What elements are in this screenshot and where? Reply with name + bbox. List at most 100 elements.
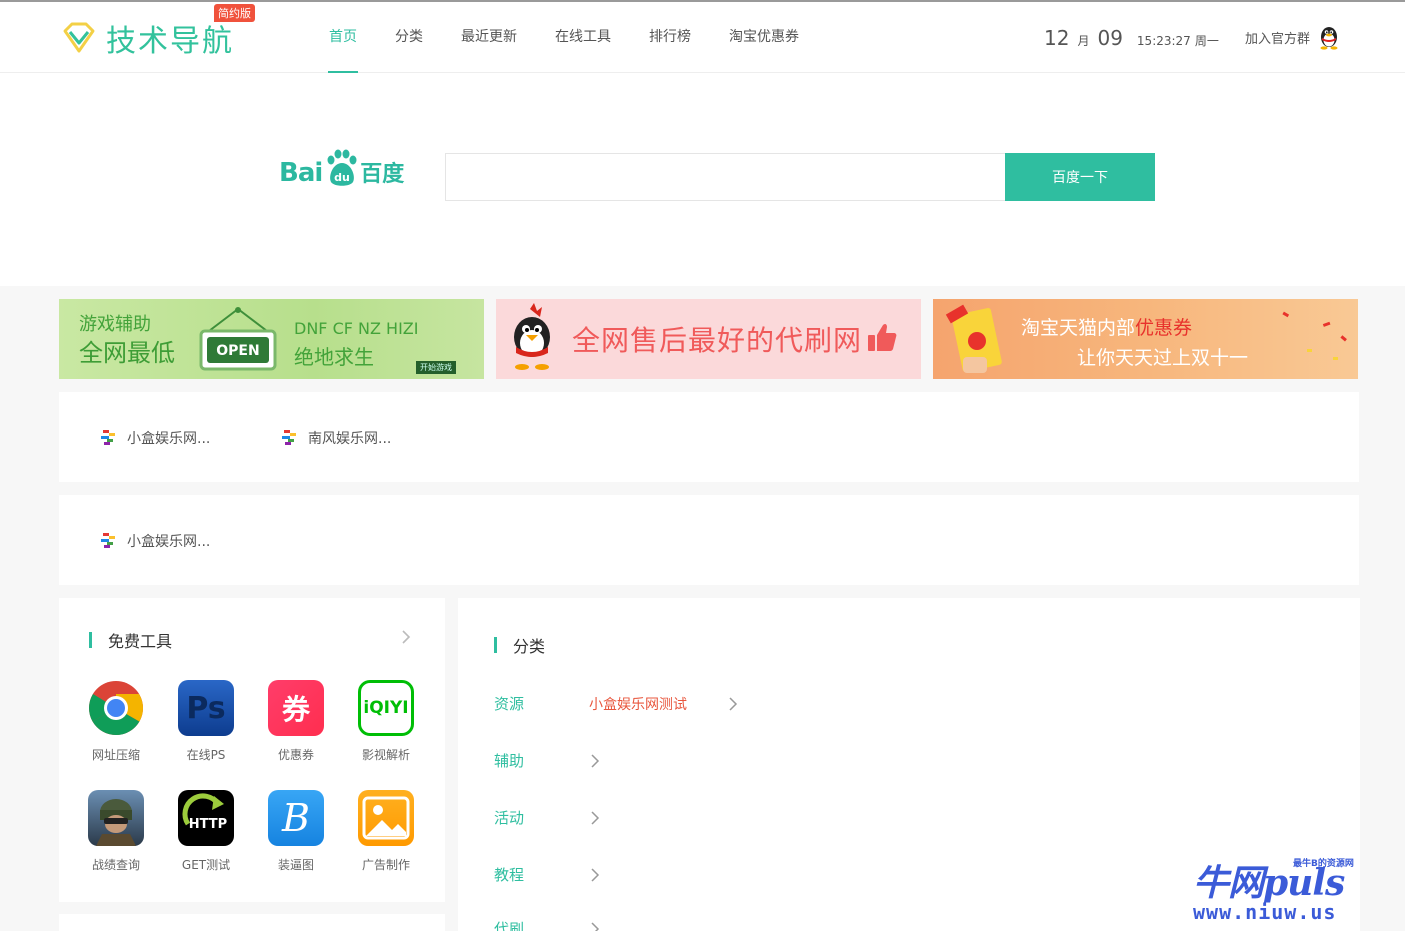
category-name[interactable]: 资源: [494, 693, 589, 714]
qq-penguin-icon: [1320, 27, 1338, 50]
site-favicon-icon: [282, 430, 296, 445]
category-row: 辅助: [494, 750, 601, 771]
categories-title-text: 分类: [513, 637, 546, 656]
nav-taobao-coupon[interactable]: 淘宝优惠券: [710, 2, 818, 73]
red-packet-icon: [945, 304, 1002, 373]
tool-show-off-image[interactable]: B 装逼图: [261, 790, 331, 873]
category-sub-link[interactable]: 小盒娱乐网测试: [589, 694, 687, 714]
main-nav: 首页 分类 最近更新 在线工具 排行榜 淘宝优惠券: [310, 2, 818, 73]
banner-3-line1-pre: 淘宝天猫内部: [1021, 317, 1136, 339]
tool-coupon[interactable]: 券 优惠券: [261, 680, 331, 763]
site-link-label: 小盒娱乐网...: [127, 534, 211, 550]
chrome-icon: [88, 680, 144, 736]
clock-month-unit: 月: [1077, 34, 1090, 48]
pubg-icon: [88, 790, 144, 846]
tool-label: GET测试: [181, 858, 231, 872]
logo-text: 技术导航: [106, 24, 234, 59]
tool-url-shorten[interactable]: 网址压缩: [81, 680, 151, 763]
http-icon: HTTP: [178, 790, 234, 846]
iqiyi-icon: iQIYI: [358, 680, 414, 736]
baidu-logo-cn: 百度: [360, 162, 405, 187]
tool-get-test[interactable]: HTTP GET测试: [171, 790, 241, 873]
banner-3-line2: 让你天天过上双十一: [1077, 347, 1249, 369]
site-logo[interactable]: 技术导航 简约版: [60, 4, 255, 60]
tool-label: 广告制作: [361, 858, 410, 872]
banner-proxy-service[interactable]: 全网售后最好的代刷网: [496, 299, 921, 379]
category-row: 资源 小盒娱乐网测试: [494, 693, 739, 714]
categories-title: 分类: [494, 633, 545, 657]
site-link-label: 小盒娱乐网...: [127, 431, 211, 447]
angry-bird-icon: [514, 303, 550, 370]
chevron-right-icon[interactable]: [589, 809, 601, 827]
banner-1-start-label: 开始游戏: [416, 361, 456, 374]
nav-ranking[interactable]: 排行榜: [630, 2, 710, 73]
chevron-right-icon[interactable]: [589, 752, 601, 770]
image-icon: [358, 790, 414, 846]
iqiyi-icon-text: iQIYI: [363, 698, 409, 718]
site-link[interactable]: 小盒娱乐网...: [99, 428, 210, 448]
tool-game-stats[interactable]: 战绩查询: [81, 790, 151, 873]
free-tools-panel: 免费工具 网址压缩 Ps 在线PS 券 优惠券 iQIYI 影视解析 战绩查询 …: [59, 598, 445, 902]
chevron-right-icon[interactable]: [589, 920, 601, 931]
baidu-logo-du: du: [334, 171, 350, 184]
title-bar-decoration: [494, 637, 497, 653]
date-clock: 12 月 09 15:23:27 周一: [1044, 26, 1219, 50]
chevron-right-icon[interactable]: [727, 695, 739, 713]
tool-label: 优惠券: [277, 748, 314, 762]
tool-label: 影视解析: [361, 748, 410, 762]
banner-1-line1: 游戏辅助: [79, 314, 151, 335]
banner-1-right2: 绝地求生: [294, 345, 374, 369]
category-row: 教程: [494, 864, 601, 885]
banner-1-right1: DNF CF NZ HIZI: [294, 319, 419, 338]
open-sign-icon: OPEN: [199, 307, 277, 371]
watermark-tagline: 最牛B的资源网: [1293, 859, 1354, 869]
banner-game-assist[interactable]: 游戏辅助 全网最低 OPEN DNF CF NZ HIZI 绝地求生 开始游戏: [59, 299, 484, 379]
top-header: 技术导航 简约版 首页 分类 最近更新 在线工具 排行榜 淘宝优惠券 12 月 …: [0, 0, 1405, 73]
photoshop-icon: Ps: [178, 680, 234, 736]
chevron-right-icon[interactable]: [589, 866, 601, 884]
clock-time: 15:23:27: [1136, 34, 1191, 48]
category-name[interactable]: 代刷: [494, 918, 589, 931]
tools-title: 免费工具: [89, 628, 172, 652]
clock-weekday: 周一: [1194, 34, 1219, 48]
site-link-label: 南风娱乐网...: [308, 431, 392, 447]
category-name[interactable]: 辅助: [494, 750, 589, 771]
site-links-box-2: 小盒娱乐网...: [59, 495, 1359, 585]
coupon-icon-text: 券: [281, 693, 310, 726]
baidu-logo-bai: Bai: [279, 158, 323, 188]
diamond-logo-icon: [63, 22, 95, 53]
baidu-logo: Bai du 百度: [279, 148, 404, 188]
site-link[interactable]: 小盒娱乐网...: [99, 531, 210, 551]
tool-video-parse[interactable]: iQIYI 影视解析: [351, 680, 421, 763]
search-input[interactable]: [445, 153, 1005, 201]
nav-home[interactable]: 首页: [310, 2, 376, 73]
site-favicon-icon: [101, 430, 115, 445]
tool-ad-maker[interactable]: 广告制作: [351, 790, 421, 873]
tool-online-ps[interactable]: Ps 在线PS: [171, 680, 241, 763]
nav-category[interactable]: 分类: [376, 2, 442, 73]
http-icon-text: HTTP: [189, 817, 227, 832]
chevron-right-icon[interactable]: [399, 628, 413, 646]
tool-label: 网址压缩: [91, 748, 140, 762]
baidu-paw-icon: du: [327, 149, 357, 186]
search-button[interactable]: 百度一下: [1005, 153, 1155, 201]
tool-label: 战绩查询: [91, 858, 140, 872]
clock-month: 12: [1044, 26, 1070, 50]
banner-1-line2: 全网最低: [79, 339, 175, 367]
nav-recent[interactable]: 最近更新: [442, 2, 536, 73]
next-panel-edge: [59, 914, 445, 931]
open-sign-text: OPEN: [216, 343, 259, 359]
nav-online-tools[interactable]: 在线工具: [536, 2, 630, 73]
banner-1-right-text: DNF CF NZ HIZI 绝地求生: [294, 315, 418, 371]
title-bar-decoration: [89, 632, 92, 648]
thumbs-up-icon: [868, 323, 897, 351]
site-link[interactable]: 南风娱乐网...: [280, 428, 391, 448]
tool-label: 在线PS: [186, 748, 226, 762]
category-name[interactable]: 活动: [494, 807, 589, 828]
banner-taobao-coupon[interactable]: 淘宝天猫内部优惠券 让你天天过上双十一: [933, 299, 1358, 379]
join-group-label: 加入官方群: [1245, 31, 1311, 47]
b-icon: B: [268, 790, 324, 846]
join-group-link[interactable]: 加入官方群: [1245, 24, 1340, 50]
category-name[interactable]: 教程: [494, 864, 589, 885]
site-favicon-icon: [101, 533, 115, 548]
